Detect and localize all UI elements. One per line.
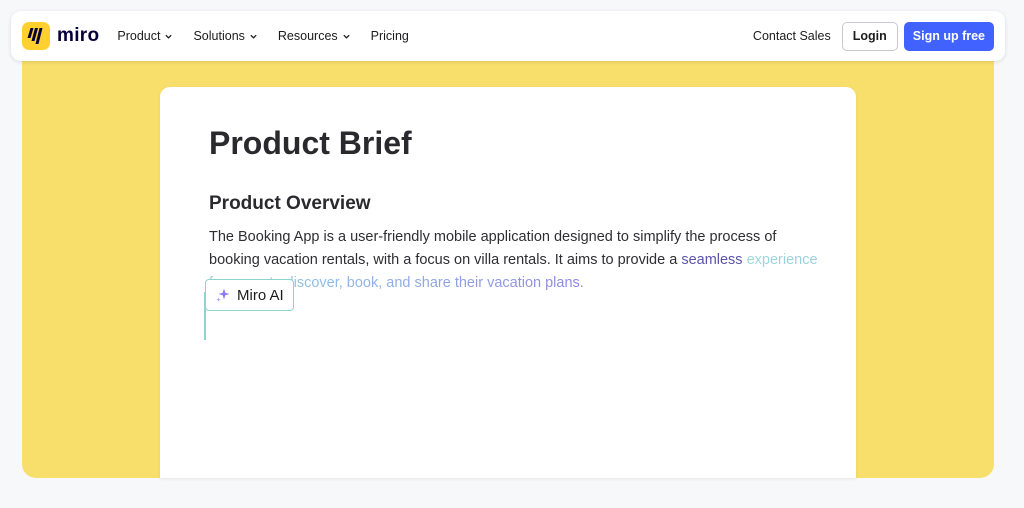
signup-button[interactable]: Sign up free — [903, 21, 994, 51]
nav-resources-label: Resources — [277, 29, 338, 43]
nav-pricing[interactable]: Pricing — [371, 29, 409, 43]
nav-product[interactable]: Product — [117, 29, 173, 43]
nav-resources[interactable]: Resources — [278, 29, 351, 43]
document-body: The Booking App is a user-friendly mobil… — [209, 226, 819, 295]
miro-logo-icon — [22, 22, 50, 50]
miro-ai-label: Miro AI — [237, 286, 284, 304]
nav-solutions[interactable]: Solutions — [193, 29, 257, 43]
nav-solutions-label: Solutions — [193, 29, 245, 43]
ai-generating-text-a: seamless — [681, 252, 743, 268]
sparkle-icon — [216, 288, 230, 302]
chevron-down-icon — [165, 34, 173, 39]
top-navbar: miro Product Solutions Resources Pricing… — [11, 11, 1005, 61]
miro-logo[interactable]: miro — [22, 22, 99, 50]
product-brief-document: Product Brief Product Overview The Booki… — [160, 87, 856, 478]
nav-product-label: Product — [117, 29, 161, 43]
section-heading: Product Overview — [209, 193, 371, 214]
contact-sales-link[interactable]: Contact Sales — [753, 29, 831, 43]
chevron-down-icon — [250, 34, 257, 39]
login-button[interactable]: Login — [841, 21, 898, 51]
nav-pricing-label: Pricing — [370, 29, 409, 43]
miro-logo-text: miro — [57, 25, 100, 46]
miro-ai-badge: Miro AI — [205, 279, 294, 311]
document-title: Product Brief — [209, 125, 412, 161]
chevron-down-icon — [343, 34, 350, 39]
